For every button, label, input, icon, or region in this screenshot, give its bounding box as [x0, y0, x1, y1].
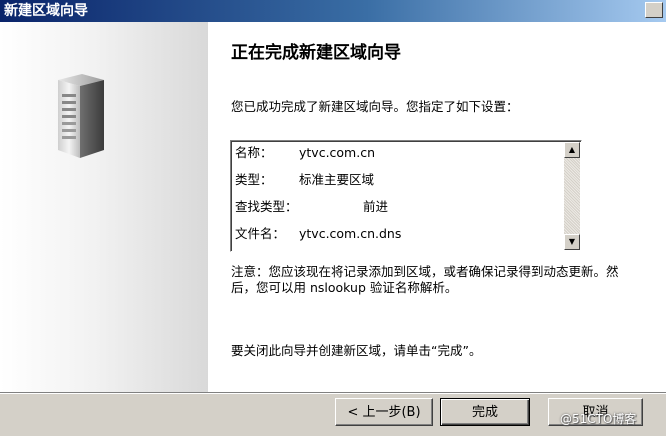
setting-value: ytvc.com.cn.dns — [299, 226, 402, 241]
vertical-scrollbar[interactable]: ▲ ▼ — [564, 142, 580, 250]
scroll-up-icon[interactable]: ▲ — [564, 142, 580, 158]
finish-button[interactable]: 完成 — [440, 398, 530, 426]
intro-text: 您已成功完成了新建区域向导。您指定了如下设置： — [231, 99, 519, 114]
list-item: 名称： ytvc.com.cn — [235, 144, 561, 171]
title-bar-button[interactable] — [645, 2, 663, 18]
note-text: 注意：您应该现在将记录添加到区域，或者确保记录得到动态更新。然后，您可以用 ns… — [231, 264, 619, 295]
settings-summary-box[interactable]: 名称： ytvc.com.cn 类型： 标准主要区域 查找类型： 前进 文件名： ytv… — [230, 140, 582, 252]
setting-value: ytvc.com.cn — [299, 145, 376, 160]
scroll-down-icon[interactable]: ▼ — [564, 234, 580, 250]
list-item: 类型： 标准主要区域 — [235, 171, 561, 198]
list-item: 查找类型： 前进 — [235, 198, 561, 225]
setting-value: 标准主要区域 — [299, 172, 375, 187]
watermark: @51CTO博客 — [560, 412, 637, 426]
setting-label: 名称： — [235, 145, 273, 160]
setting-value: 前进 — [363, 199, 389, 214]
footer-divider — [0, 392, 666, 394]
list-item: 文件名： ytvc.com.cn.dns — [235, 225, 561, 251]
window-title: 新建区域向导 — [4, 3, 88, 19]
wizard-side-panel — [0, 22, 208, 392]
setting-label: 查找类型： — [235, 199, 298, 214]
setting-label: 类型： — [235, 172, 273, 187]
closing-instruction: 要关闭此向导并创建新区域，请单击“完成”。 — [231, 343, 482, 358]
server-icon — [58, 74, 104, 158]
page-title: 正在完成新建区域向导 — [231, 43, 401, 63]
setting-label: 文件名： — [235, 226, 286, 241]
wizard-content: 正在完成新建区域向导 您已成功完成了新建区域向导。您指定了如下设置： 名称： yt… — [208, 22, 666, 392]
back-button[interactable]: < 上一步(B) — [335, 398, 433, 426]
title-bar: 新建区域向导 — [0, 0, 666, 22]
